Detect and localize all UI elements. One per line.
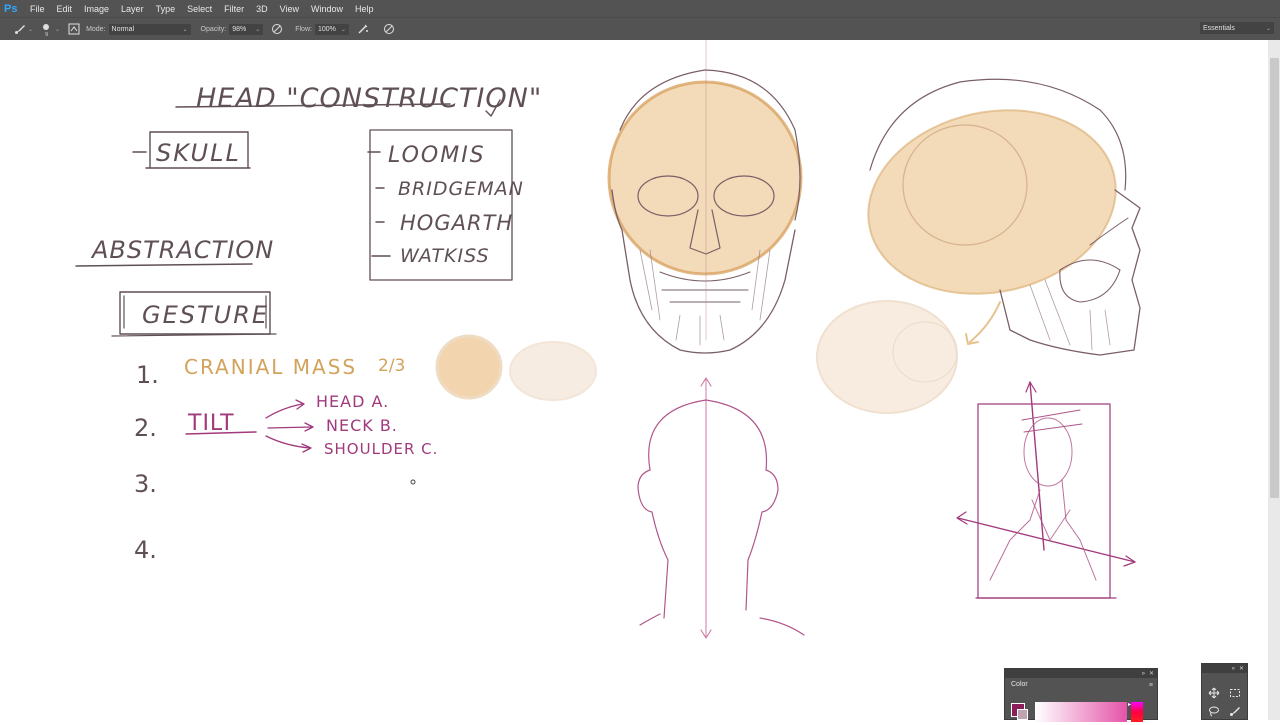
- mode-label: Mode:: [86, 25, 106, 33]
- menu-file[interactable]: File: [24, 4, 51, 14]
- move-icon[interactable]: [1207, 686, 1221, 700]
- menu-layer[interactable]: Layer: [115, 4, 150, 14]
- vertical-scrollbar-thumb[interactable]: [1270, 58, 1279, 498]
- workspace-value: Essentials: [1203, 24, 1235, 32]
- tool-preset-chevron-icon[interactable]: ⌄: [28, 26, 33, 33]
- head-front-silhouette: [637, 377, 805, 639]
- tools-panel-header: « ✕: [1202, 664, 1247, 673]
- hue-slider[interactable]: [1131, 702, 1143, 722]
- document-canvas[interactable]: HEAD "CONSTRUCTION" SKULL ABSTRACTION GE…: [0, 39, 1268, 720]
- cranial-sphere-large: [816, 300, 958, 414]
- color-panel-header: » ✕: [1005, 669, 1157, 678]
- lasso-icon[interactable]: [1207, 704, 1221, 718]
- hue-slider-handle-icon[interactable]: ▸: [1128, 701, 1131, 708]
- abstraction-label: ABSTRACTION: [90, 236, 274, 264]
- brush-tool-icon[interactable]: [12, 21, 28, 37]
- collapse-icon[interactable]: «: [1232, 666, 1235, 672]
- skull-front-drawing: [607, 39, 803, 354]
- airbrush-icon[interactable]: [355, 21, 371, 37]
- arrow-neck-b: [267, 422, 314, 432]
- arrow-shoulder-c: [265, 435, 312, 453]
- brush-cursor: [410, 479, 416, 485]
- brush-preset-picker[interactable]: 9: [39, 21, 55, 37]
- gesture-label: GESTURE: [142, 301, 269, 329]
- artist-item-watkiss: WATKISS: [400, 245, 490, 267]
- artist-item-loomis: LOOMIS: [388, 143, 486, 168]
- color-panel: » ✕ Color ≡ ▸: [1004, 668, 1158, 722]
- options-bar: ⌄ 9 ⌄ Mode: Normal ⌄ Opacity: 98% ⌄ Flow…: [0, 17, 1280, 40]
- skull-label: SKULL: [156, 139, 241, 167]
- step-number-4: 4.: [134, 536, 157, 564]
- step-number-2: 2.: [134, 414, 157, 442]
- menu-view[interactable]: View: [274, 4, 305, 14]
- title-text: HEAD "CONSTRUCTION": [196, 83, 542, 114]
- flow-value: 100%: [317, 25, 336, 33]
- cranial-sphere-front: [435, 334, 503, 400]
- chevron-down-icon: ⌄: [1265, 25, 1271, 32]
- chevron-down-icon: ⌄: [255, 26, 261, 33]
- color-ramp[interactable]: [1035, 702, 1127, 722]
- abstraction-underline: [75, 263, 253, 267]
- cranial-sphere-side: [509, 341, 597, 401]
- chevron-down-icon: ⌄: [340, 26, 346, 33]
- drawing-surface: HEAD "CONSTRUCTION" SKULL ABSTRACTION GE…: [75, 39, 1141, 639]
- pressure-opacity-icon[interactable]: [269, 21, 285, 37]
- artist-item-hogarth: HOGARTH: [400, 211, 513, 235]
- tilt-item-head: HEAD A.: [316, 392, 389, 411]
- menu-select[interactable]: Select: [181, 4, 218, 14]
- menu-bar: Ps File Edit Image Layer Type Select Fil…: [0, 0, 1280, 17]
- brush-icon[interactable]: [1228, 704, 1242, 718]
- menu-help[interactable]: Help: [349, 4, 380, 14]
- tools-panel: « ✕: [1201, 663, 1248, 720]
- opacity-value: 98%: [232, 25, 247, 33]
- marquee-icon[interactable]: [1228, 686, 1242, 700]
- photoshop-logo: Ps: [4, 2, 18, 15]
- close-icon[interactable]: ✕: [1149, 670, 1154, 677]
- step-number-3: 3.: [134, 470, 157, 498]
- background-color-swatch[interactable]: [1017, 709, 1028, 720]
- mode-select[interactable]: Normal ⌄: [108, 23, 191, 35]
- chevron-down-icon: ⌄: [182, 26, 188, 33]
- flow-label: Flow:: [295, 25, 312, 33]
- color-panel-title[interactable]: Color: [1005, 678, 1157, 691]
- pressure-size-icon[interactable]: [381, 21, 397, 37]
- step-1-fraction: 2/3: [378, 356, 405, 376]
- arrow-to-skull: [965, 301, 1001, 345]
- step-number-1: 1.: [136, 361, 159, 389]
- menu-3d[interactable]: 3D: [250, 4, 274, 14]
- brush-panel-toggle-icon[interactable]: [66, 21, 82, 37]
- menu-edit[interactable]: Edit: [51, 4, 79, 14]
- menu-filter[interactable]: Filter: [218, 4, 250, 14]
- panel-menu-icon[interactable]: ≡: [1149, 682, 1153, 689]
- brush-size-value: 9: [45, 32, 48, 37]
- brush-preset-chevron-icon[interactable]: ⌄: [55, 26, 60, 33]
- tilt-item-shoulder: SHOULDER C.: [324, 440, 438, 458]
- tilt-item-neck: NECK B.: [326, 416, 398, 435]
- tilt-gesture-sketch: [956, 381, 1136, 599]
- mode-value: Normal: [111, 25, 135, 33]
- workspace-switcher[interactable]: Essentials ⌄: [1200, 22, 1274, 34]
- menu-type[interactable]: Type: [150, 4, 182, 14]
- collapse-icon[interactable]: »: [1142, 671, 1145, 677]
- artist-item-bridgeman: BRIDGEMAN: [398, 178, 524, 200]
- close-icon[interactable]: ✕: [1239, 665, 1244, 672]
- menu-image[interactable]: Image: [78, 4, 115, 14]
- step-1-text: CRANIAL MASS: [184, 355, 357, 379]
- flow-input[interactable]: 100% ⌄: [314, 23, 349, 35]
- opacity-label: Opacity:: [200, 25, 227, 33]
- menu-window[interactable]: Window: [305, 4, 349, 14]
- arrow-head-a: [265, 399, 305, 419]
- opacity-input[interactable]: 98% ⌄: [229, 23, 264, 35]
